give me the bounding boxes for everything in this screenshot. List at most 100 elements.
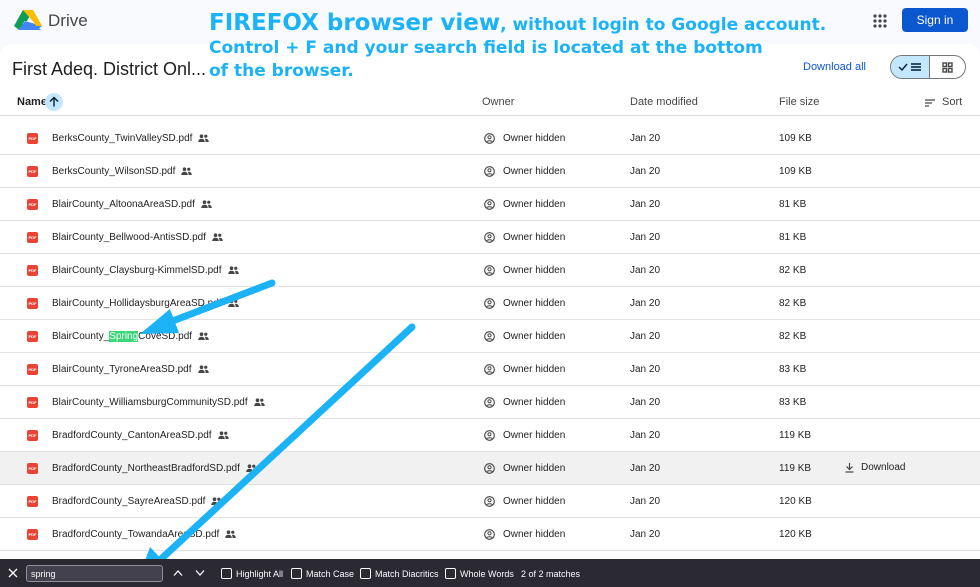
people-icon	[227, 299, 239, 308]
file-owner: Owner hidden	[503, 166, 566, 177]
account-circle-icon	[484, 232, 495, 243]
file-size: 82 KB	[779, 265, 807, 276]
download-icon	[845, 463, 854, 473]
pdf-icon: PDF	[27, 265, 38, 276]
sign-in-button[interactable]: Sign in	[902, 8, 968, 32]
file-name[interactable]: BradfordCounty_SayreAreaSD.pdf	[52, 496, 223, 507]
file-name[interactable]: BlairCounty_HollidaysburgAreaSD.pdf	[52, 298, 239, 309]
file-size: 109 KB	[779, 133, 812, 144]
folder-title[interactable]: First Adeq. District Onl...	[12, 59, 206, 80]
arrow-up-icon	[49, 96, 59, 107]
file-row[interactable]: PDF BlairCounty_SpringCoveSD.pdf Owner hid…	[0, 320, 980, 353]
find-input[interactable]	[26, 565, 163, 582]
file-name[interactable]: BerksCounty_WilsonSD.pdf	[52, 166, 193, 177]
match-diacritics-checkbox[interactable]	[360, 568, 371, 579]
match-diacritics-label[interactable]: Match Diacritics	[375, 569, 439, 579]
account-circle-icon	[484, 364, 495, 375]
account-circle-icon	[484, 265, 495, 276]
pdf-icon: PDF	[27, 298, 38, 309]
file-size: 109 KB	[779, 166, 812, 177]
sort-icon	[925, 99, 935, 107]
pdf-icon: PDF	[27, 331, 38, 342]
name-column-header[interactable]: Name	[17, 96, 47, 108]
find-in-page-bar: Highlight All Match Case Match Diacritic…	[0, 559, 980, 587]
file-size: 83 KB	[779, 364, 807, 375]
file-name[interactable]: BlairCounty_Claysburg-KimmelSD.pdf	[52, 265, 239, 276]
file-row[interactable]: PDF BlairCounty_TyroneAreaSD.pdf Owner hid…	[0, 353, 980, 386]
file-row[interactable]: PDF BradfordCounty_NortheastBradfordSD.pd…	[0, 452, 980, 485]
file-name-text: BerksCounty_TwinValleySD.pdf	[52, 133, 193, 144]
highlight-all-label[interactable]: Highlight All	[236, 569, 283, 579]
file-name-text: BlairCounty_HollidaysburgAreaSD.pdf	[52, 298, 222, 309]
whole-words-label[interactable]: Whole Words	[460, 569, 514, 579]
pdf-icon: PDF	[27, 364, 38, 375]
file-row[interactable]: PDF BradfordCounty_TowandaAreaSD.pdf Owner…	[0, 518, 980, 551]
file-row[interactable]: PDF BerksCounty_WilsonSD.pdf Owner hidden J…	[0, 155, 980, 188]
file-size: 82 KB	[779, 298, 807, 309]
file-name-prefix: BlairCounty_	[52, 331, 110, 342]
file-row[interactable]: PDF BerksCounty_TwinValleySD.pdf Owner hid…	[0, 122, 980, 155]
file-name-text: BlairCounty_Claysburg-KimmelSD.pdf	[52, 265, 222, 276]
file-owner: Owner hidden	[503, 331, 566, 342]
file-row[interactable]: PDF BradfordCounty_CantonAreaSD.pdf Owner …	[0, 419, 980, 452]
find-previous-icon[interactable]	[173, 569, 183, 577]
owner-column-header: Owner	[482, 96, 515, 108]
people-icon	[246, 464, 257, 473]
people-icon	[225, 530, 237, 539]
account-circle-icon	[484, 331, 495, 342]
account-circle-icon	[484, 496, 495, 507]
list-view-button[interactable]	[891, 56, 930, 78]
file-name-text: BradfordCounty_SayreAreaSD.pdf	[52, 496, 206, 507]
file-row[interactable]: PDF BlairCounty_AltoonaAreaSD.pdf Owner hi…	[0, 188, 980, 221]
file-name[interactable]: BlairCounty_AltoonaAreaSD.pdf	[52, 199, 212, 210]
date-column-header[interactable]: Date modified	[630, 96, 698, 108]
close-icon[interactable]	[8, 568, 18, 578]
file-owner: Owner hidden	[503, 133, 566, 144]
file-name[interactable]: BradfordCounty_CantonAreaSD.pdf	[52, 430, 229, 441]
file-row[interactable]: PDF BlairCounty_Claysburg-KimmelSD.pdf Own…	[0, 254, 980, 287]
file-size: 119 KB	[779, 463, 812, 474]
find-next-icon[interactable]	[195, 569, 205, 577]
file-row[interactable]: PDF BradfordCounty_SayreAreaSD.pdf Owner h…	[0, 485, 980, 518]
file-name[interactable]: BerksCounty_TwinValleySD.pdf	[52, 133, 210, 144]
pdf-icon: PDF	[27, 496, 38, 507]
file-name[interactable]: BlairCounty_TyroneAreaSD.pdf	[52, 364, 209, 375]
sort-ascending-button[interactable]	[45, 93, 63, 111]
file-date: Jan 20	[630, 529, 661, 540]
drive-logo-icon[interactable]	[14, 9, 42, 33]
file-date: Jan 20	[630, 430, 661, 441]
people-icon	[181, 167, 193, 176]
file-owner: Owner hidden	[503, 463, 566, 474]
size-column-header[interactable]: File size	[779, 96, 819, 108]
google-apps-icon[interactable]	[872, 13, 888, 29]
match-case-checkbox[interactable]	[291, 568, 302, 579]
people-icon	[201, 200, 212, 209]
app-name: Drive	[48, 11, 88, 30]
people-icon	[198, 134, 210, 143]
account-circle-icon	[484, 133, 495, 144]
file-name[interactable]: BradfordCounty_TowandaAreaSD.pdf	[52, 529, 237, 540]
file-name-text: BerksCounty_WilsonSD.pdf	[52, 166, 176, 177]
pdf-icon: PDF	[27, 133, 38, 144]
file-row[interactable]: PDF BlairCounty_WilliamsburgCommunitySD.p…	[0, 386, 980, 419]
highlight-all-checkbox[interactable]	[221, 568, 232, 579]
file-row[interactable]: PDF BlairCounty_Bellwood-AntisSD.pdf Owner…	[0, 221, 980, 254]
file-name[interactable]: BradfordCounty_NortheastBradfordSD.pdf	[52, 463, 257, 474]
annotation-line-1: FIREFOX browser view, without login to G…	[209, 10, 827, 36]
pdf-icon: PDF	[27, 397, 38, 408]
whole-words-checkbox[interactable]	[445, 568, 456, 579]
pdf-icon: PDF	[27, 463, 38, 474]
match-case-label[interactable]: Match Case	[306, 569, 354, 579]
grid-view-button[interactable]	[930, 56, 965, 78]
search-match-highlight: Spring	[109, 331, 139, 342]
file-name[interactable]: BlairCounty_Bellwood-AntisSD.pdf	[52, 232, 223, 243]
account-circle-icon	[484, 529, 495, 540]
pdf-icon: PDF	[27, 199, 38, 210]
file-name[interactable]: BlairCounty_SpringCoveSD.pdf	[52, 331, 209, 342]
sort-label: Sort	[942, 96, 963, 108]
file-row[interactable]: PDF BlairCounty_HollidaysburgAreaSD.pdf Ow…	[0, 287, 980, 320]
file-date: Jan 20	[630, 133, 661, 144]
file-owner: Owner hidden	[503, 364, 566, 375]
pdf-icon: PDF	[27, 166, 38, 177]
file-name[interactable]: BlairCounty_WilliamsburgCommunitySD.pdf	[52, 397, 265, 408]
